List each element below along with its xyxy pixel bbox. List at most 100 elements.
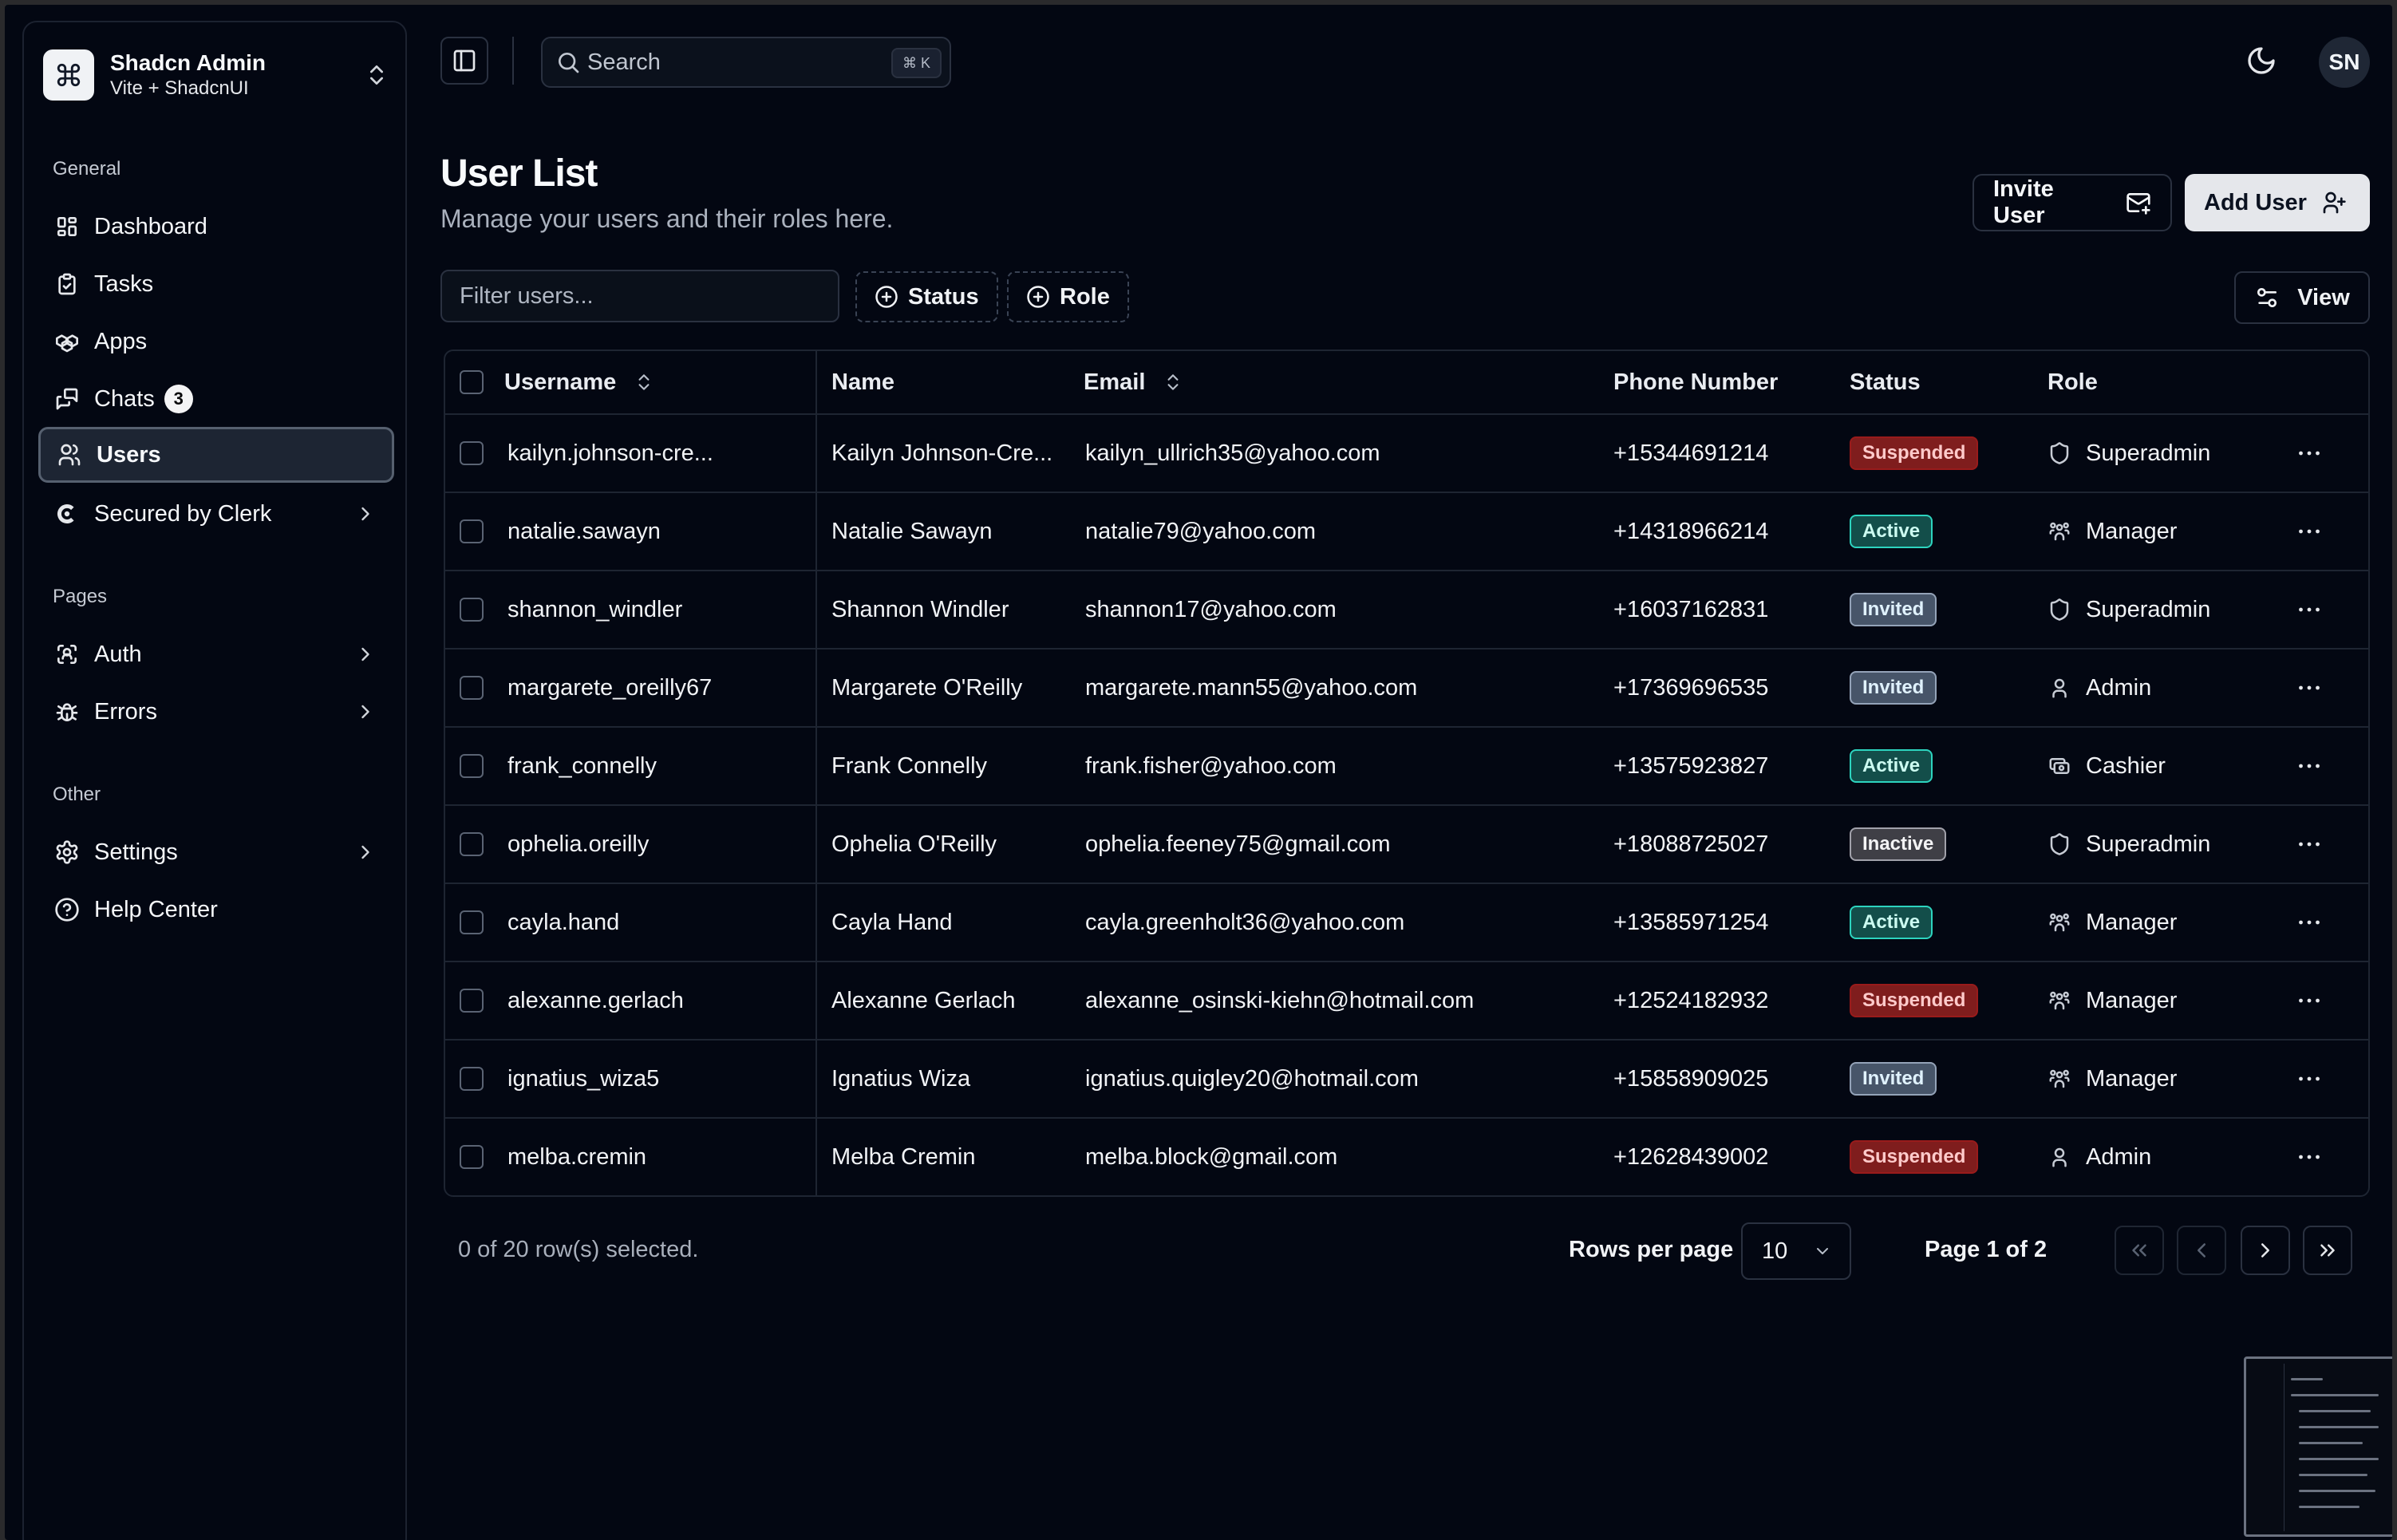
view-options-button[interactable]: View — [2234, 271, 2370, 324]
cell-status: Inactive — [1850, 806, 1947, 883]
role-label: Admin — [2086, 1143, 2152, 1170]
column-divider — [815, 1040, 817, 1117]
row-checkbox[interactable] — [460, 676, 484, 700]
row-actions-button[interactable] — [2295, 571, 2324, 648]
row-checkbox[interactable] — [460, 832, 484, 856]
window-preview-thumbnail[interactable] — [2244, 1356, 2392, 1537]
table-row[interactable]: margarete_oreilly67 Margarete O'Reilly m… — [445, 650, 2368, 728]
cell-name: Natalie Sawayn — [831, 518, 993, 544]
table-row[interactable]: kailyn.johnson-cre... Kailyn Johnson-Cre… — [445, 415, 2368, 493]
sidebar-item-apps[interactable]: Apps — [38, 314, 394, 369]
table-row[interactable]: natalie.sawayn Natalie Sawayn natalie79@… — [445, 493, 2368, 571]
thumbnail-line — [2299, 1506, 2359, 1508]
sidebar-item-dashboard[interactable]: Dashboard — [38, 199, 394, 255]
cell-email: kailyn_ullrich35@yahoo.com — [1085, 440, 1380, 466]
table-row[interactable]: cayla.hand Cayla Hand cayla.greenholt36@… — [445, 884, 2368, 962]
row-actions-button[interactable] — [2295, 1040, 2324, 1117]
sidebar-item-label: Auth — [94, 641, 142, 667]
sidebar-item-chats[interactable]: Chats 3 — [38, 371, 394, 427]
packages-icon — [56, 334, 78, 353]
row-actions-button[interactable] — [2295, 728, 2324, 804]
table-row[interactable]: ignatius_wiza5 Ignatius Wiza ignatius.qu… — [445, 1040, 2368, 1119]
search-shortcut: ⌘ K — [890, 48, 942, 78]
role-label: Superadmin — [2086, 596, 2211, 622]
users-icon — [58, 444, 81, 466]
add-user-button[interactable]: Add User — [2185, 174, 2370, 231]
row-checkbox[interactable] — [460, 441, 484, 465]
row-checkbox-cell — [460, 962, 484, 1039]
sidebar-item-help-center[interactable]: Help Center — [38, 882, 394, 938]
cell-email: margarete.mann55@yahoo.com — [1085, 674, 1418, 701]
header-email[interactable]: Email — [1084, 351, 1183, 413]
cell-username: melba.cremin — [507, 1143, 647, 1170]
sidebar-item-errors[interactable]: Errors — [38, 684, 394, 740]
cell-username: shannon_windler — [507, 596, 683, 622]
row-checkbox[interactable] — [460, 1145, 484, 1169]
row-actions-button[interactable] — [2295, 493, 2324, 570]
status-filter-button[interactable]: Status — [855, 271, 998, 322]
header-email-label: Email — [1084, 369, 1146, 395]
table-row[interactable]: frank_connelly Frank Connelly frank.fish… — [445, 728, 2368, 806]
table-row[interactable]: shannon_windler Shannon Windler shannon1… — [445, 571, 2368, 650]
cell-role: Superadmin — [2048, 571, 2210, 648]
first-page-button[interactable] — [2115, 1226, 2164, 1275]
sidebar-item-settings[interactable]: Settings — [38, 824, 394, 880]
search-input[interactable]: Search ⌘ K — [541, 37, 951, 88]
thumbnail-line — [2299, 1458, 2379, 1460]
chevrons-left-icon — [2132, 1244, 2146, 1257]
row-actions-button[interactable] — [2295, 884, 2324, 961]
cash-icon — [2049, 758, 2070, 774]
row-checkbox[interactable] — [460, 519, 484, 543]
previous-page-button[interactable] — [2177, 1226, 2226, 1275]
row-actions-button[interactable] — [2295, 1119, 2324, 1195]
filter-users-input[interactable]: Filter users... — [440, 270, 839, 322]
row-actions-button[interactable] — [2295, 806, 2324, 883]
cell-email: cayla.greenholt36@yahoo.com — [1085, 909, 1405, 935]
cell-role: Admin — [2048, 1119, 2151, 1195]
users-group-icon — [2049, 1069, 2070, 1088]
header-phone: Phone Number — [1613, 369, 1779, 395]
row-actions-button[interactable] — [2295, 650, 2324, 726]
thumbnail-line — [2299, 1442, 2363, 1444]
chevrons-right-icon — [2320, 1244, 2335, 1257]
cell-phone: +15344691214 — [1613, 440, 1769, 466]
last-page-button[interactable] — [2303, 1226, 2352, 1275]
cell-status: Suspended — [1850, 962, 1979, 1039]
row-checkbox[interactable] — [460, 1067, 484, 1091]
next-page-button[interactable] — [2241, 1226, 2290, 1275]
role-filter-label: Role — [1060, 283, 1110, 310]
row-actions-button[interactable] — [2295, 415, 2324, 492]
sidebar-item-label: Chats — [94, 385, 155, 412]
cell-role: Admin — [2048, 650, 2151, 726]
table-row[interactable]: alexanne.gerlach Alexanne Gerlach alexan… — [445, 962, 2368, 1040]
shield-icon — [2050, 442, 2069, 464]
rows-per-page-select[interactable]: 10 — [1741, 1222, 1851, 1280]
role-filter-button[interactable]: Role — [1007, 271, 1129, 322]
sidebar-item-users[interactable]: Users — [38, 427, 394, 483]
select-all-checkbox[interactable] — [460, 370, 484, 394]
thumbnail-line — [2291, 1394, 2379, 1396]
shield-icon — [2050, 598, 2069, 621]
cell-email: ophelia.feeney75@gmail.com — [1085, 831, 1391, 857]
table-row[interactable]: ophelia.oreilly Ophelia O'Reilly ophelia… — [445, 806, 2368, 884]
sidebar-item-tasks[interactable]: Tasks — [38, 256, 394, 312]
sidebar-item-auth[interactable]: Auth — [38, 626, 394, 682]
invite-user-button[interactable]: Invite User — [1972, 174, 2172, 231]
sidebar-toggle-button[interactable] — [440, 37, 488, 85]
row-checkbox[interactable] — [460, 989, 484, 1013]
page-description: Manage your users and their roles here. — [440, 204, 894, 233]
column-divider — [815, 728, 817, 804]
table-row[interactable]: melba.cremin Melba Cremin melba.block@gm… — [445, 1119, 2368, 1195]
cell-username: ophelia.oreilly — [507, 831, 650, 857]
column-divider — [815, 493, 817, 570]
sidebar-item-secured-by-clerk[interactable]: Secured by Clerk — [38, 486, 394, 542]
team-switcher[interactable]: Shadcn Admin Vite + ShadcnUI — [43, 43, 389, 107]
row-checkbox[interactable] — [460, 754, 484, 778]
row-checkbox[interactable] — [460, 598, 484, 622]
status-badge: Inactive — [1850, 827, 1947, 861]
row-actions-button[interactable] — [2295, 962, 2324, 1039]
moon-icon[interactable] — [2245, 45, 2277, 77]
row-checkbox[interactable] — [460, 910, 484, 934]
avatar[interactable]: SN — [2319, 37, 2370, 88]
header-username[interactable]: Username — [504, 351, 654, 413]
